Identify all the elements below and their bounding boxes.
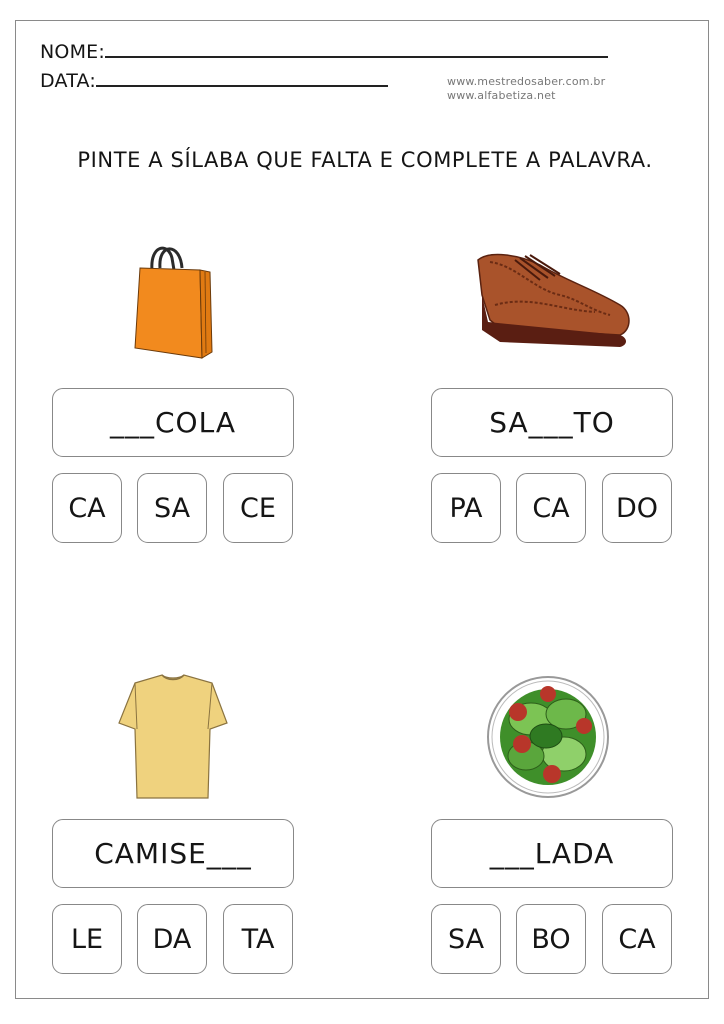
syllable-option[interactable]: CA [52,473,122,543]
name-label: NOME: [40,41,105,63]
name-field[interactable]: NOME: [40,41,608,63]
syllable-option[interactable]: BO [516,904,586,974]
syllable-option[interactable]: TA [223,904,293,974]
date-label: DATA: [40,70,97,92]
syllable-option[interactable]: CA [516,473,586,543]
syllable-option[interactable]: DO [602,473,672,543]
syllable-option[interactable]: SA [431,904,501,974]
syllable-option[interactable]: LE [52,904,122,974]
word-box: ___COLA [52,388,294,457]
syllable-option[interactable]: CA [602,904,672,974]
syllable-option[interactable]: PA [431,473,501,543]
date-line[interactable] [96,84,389,87]
name-line[interactable] [104,55,608,58]
word-box: CAMISE___ [52,819,294,888]
shoe-icon [477,253,630,347]
t-shirt-icon [118,674,228,799]
word-box: SA___TO [431,388,673,457]
date-field[interactable]: DATA: [40,70,389,92]
syllable-option[interactable]: SA [137,473,207,543]
shopping-bag-icon [134,246,213,359]
site-url: www.mestredosaber.com.br [447,75,606,88]
word-box: ___LADA [431,819,673,888]
site-url: www.alfabetiza.net [447,89,556,102]
salad-bowl-icon [487,676,609,798]
instruction-title: PINTE A SÍLABA QUE FALTA E COMPLETE A PA… [77,148,653,172]
syllable-option[interactable]: CE [223,473,293,543]
syllable-option[interactable]: DA [137,904,207,974]
